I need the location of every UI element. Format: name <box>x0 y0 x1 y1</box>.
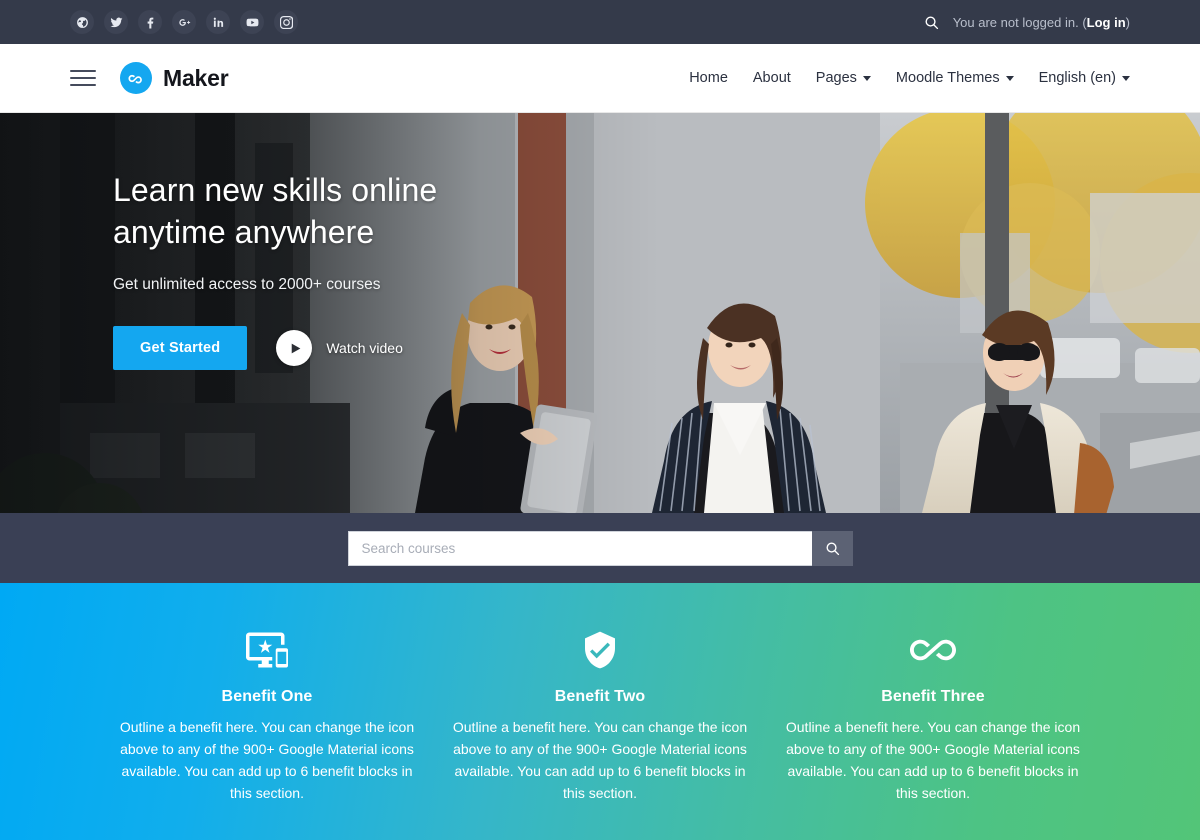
login-status: You are not logged in. (Log in) <box>953 15 1130 30</box>
main-navigation: Home About Pages Moodle Themes English (… <box>689 70 1130 86</box>
benefit-text: Outline a benefit here. You can change t… <box>119 719 415 801</box>
instagram-icon[interactable] <box>274 10 298 34</box>
linkedin-icon[interactable] <box>206 10 230 34</box>
site-logo[interactable]: Maker <box>120 62 229 94</box>
hero-banner: Learn new skills online anytime anywhere… <box>0 113 1200 513</box>
brand-area: Maker <box>70 62 229 94</box>
infinity-icon <box>120 62 152 94</box>
search-icon[interactable] <box>924 15 939 30</box>
facebook-icon[interactable] <box>138 10 162 34</box>
google-plus-icon[interactable] <box>172 10 196 34</box>
search-icon <box>826 542 839 555</box>
nav-label: About <box>752 70 791 86</box>
benefit-text: Outline a benefit here. You can change t… <box>785 719 1081 801</box>
benefit-title: Benefit Three <box>881 688 985 705</box>
nav-label: Home <box>689 70 728 86</box>
benefit-text: Outline a benefit here. You can change t… <box>452 719 748 801</box>
chevron-down-icon <box>1005 75 1014 81</box>
website-icon[interactable] <box>70 10 94 34</box>
hero-subtitle: Get unlimited access to 2000+ courses <box>113 276 381 294</box>
hero-title: Learn new skills online anytime anywhere <box>113 169 573 253</box>
get-started-button[interactable]: Get Started <box>113 326 248 371</box>
play-icon <box>276 330 313 367</box>
hero-content: Learn new skills online anytime anywhere… <box>0 113 1200 371</box>
watch-video-button[interactable]: Watch video <box>276 330 403 367</box>
hero-title-line-1: Learn new skills online <box>113 172 438 208</box>
search-input[interactable] <box>347 530 812 566</box>
chevron-down-icon <box>1122 75 1130 81</box>
brand-name: Maker <box>163 64 229 91</box>
search-form <box>347 530 853 566</box>
hamburger-icon[interactable] <box>70 67 96 89</box>
site-header: Maker Home About Pages Moodle Themes Eng… <box>0 44 1200 113</box>
top-bar: You are not logged in. (Log in) <box>0 0 1200 44</box>
nav-label: Pages <box>815 70 857 86</box>
top-bar-right: You are not logged in. (Log in) <box>924 15 1130 30</box>
benefits-section: Benefit One Outline a benefit here. You … <box>0 583 1200 840</box>
nav-item-pages[interactable]: Pages <box>816 70 871 86</box>
chevron-down-icon <box>862 75 871 81</box>
benefit-title: Benefit Two <box>554 688 646 705</box>
nav-label: Moodle Themes <box>895 70 1000 86</box>
benefit-title: Benefit One <box>221 688 313 705</box>
nav-item-language[interactable]: English (en) <box>1039 70 1130 86</box>
benefit-block: Benefit One Outline a benefit here. You … <box>101 629 434 805</box>
nav-item-about[interactable]: About <box>753 70 791 86</box>
verified-user-shield-icon <box>452 629 749 671</box>
watch-video-label: Watch video <box>326 340 403 357</box>
benefit-block: Benefit Three Outline a benefit here. Yo… <box>767 629 1100 805</box>
youtube-icon[interactable] <box>240 10 264 34</box>
search-submit-button[interactable] <box>811 530 853 566</box>
nav-item-home[interactable]: Home <box>689 70 728 86</box>
hero-title-line-2: anytime anywhere <box>113 214 375 251</box>
course-search-band <box>0 513 1200 583</box>
nav-label: English (en) <box>1038 70 1116 86</box>
twitter-icon[interactable] <box>104 10 128 34</box>
nav-item-moodle-themes[interactable]: Moodle Themes <box>896 70 1014 86</box>
login-status-text: You are not logged in. ( <box>952 14 1087 30</box>
important-devices-icon <box>119 629 416 671</box>
benefit-block: Benefit Two Outline a benefit here. You … <box>434 629 767 805</box>
login-status-suffix: ) <box>1125 14 1130 30</box>
log-in-link[interactable]: Log in <box>1087 15 1126 30</box>
hero-actions: Get Started Watch video <box>113 326 1200 371</box>
all-inclusive-infinity-icon <box>785 629 1082 671</box>
social-links <box>70 10 298 34</box>
